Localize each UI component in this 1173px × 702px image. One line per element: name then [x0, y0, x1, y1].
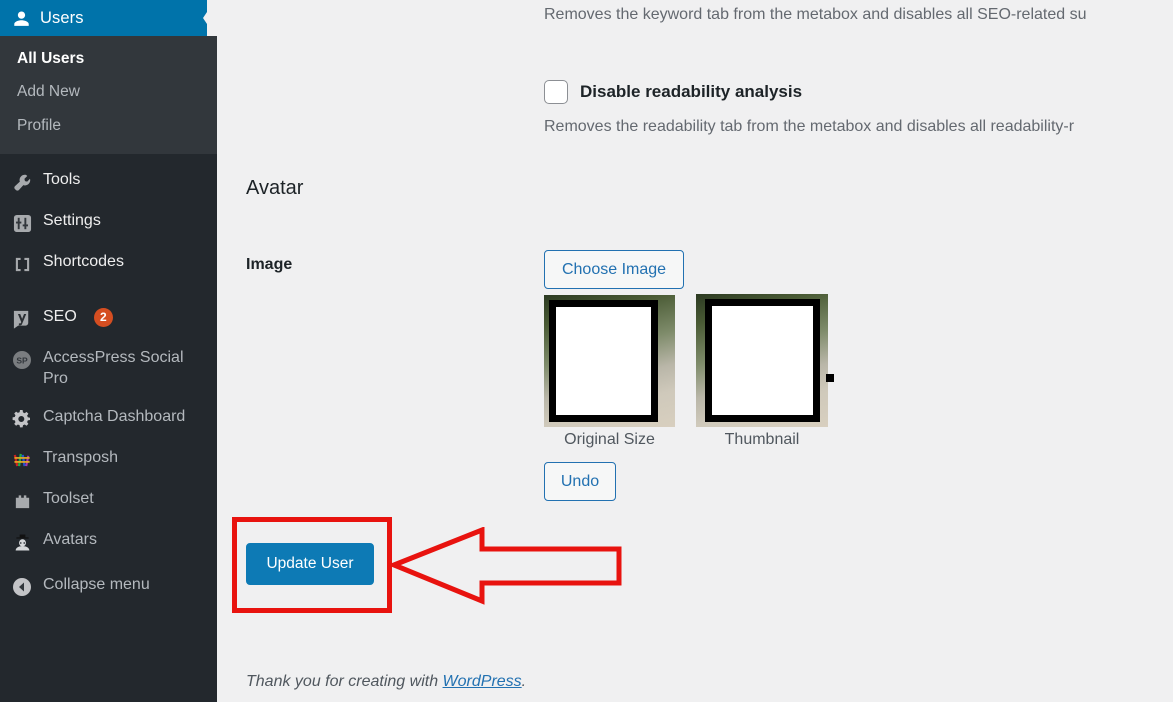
svg-text:SP: SP [16, 356, 28, 366]
yoast-icon [11, 308, 33, 330]
admin-sidebar: Users All Users Add New Profile Tools Se… [0, 0, 217, 702]
disable-readability-row[interactable]: Disable readability analysis [544, 80, 802, 104]
sp-icon: SP [11, 349, 33, 371]
sidebar-item-toolset[interactable]: Toolset [0, 480, 217, 521]
sidebar-header-label: Users [40, 8, 84, 27]
update-user-button[interactable]: Update User [246, 543, 374, 585]
wrench-icon [11, 171, 33, 193]
disable-readability-label: Disable readability analysis [580, 82, 803, 101]
sidebar-item-users[interactable]: Users [0, 0, 217, 36]
gear-icon [11, 408, 33, 430]
footer-suffix: . [521, 673, 527, 690]
sidebar-item-tools[interactable]: Tools [0, 161, 217, 202]
sidebar-item-label: Toolset [43, 490, 94, 508]
avatar-section-title: Avatar [246, 177, 304, 199]
sidebar-item-label: Tools [43, 171, 81, 189]
avatar-image-original[interactable] [544, 295, 675, 427]
sidebar-item-transposh[interactable]: Transposh [0, 439, 217, 480]
sidebar-item-settings[interactable]: Settings [0, 202, 217, 243]
undo-button[interactable]: Undo [544, 462, 616, 501]
resize-handle[interactable] [826, 374, 834, 382]
wordpress-link[interactable]: WordPress [443, 673, 522, 690]
avatar-preview-original[interactable]: Original Size [544, 295, 680, 448]
sidebar-item-label: Settings [43, 212, 101, 230]
avatar-hat-icon [11, 531, 33, 553]
sliders-icon [11, 212, 33, 234]
keyword-analysis-description: Removes the keyword tab from the metabox… [544, 6, 1087, 23]
sidebar-item-captcha-dashboard[interactable]: Captcha Dashboard [0, 398, 217, 439]
toolset-icon [11, 490, 33, 512]
image-frame-overlay [705, 299, 820, 422]
collapse-menu-label: Collapse menu [43, 576, 150, 594]
preview-caption: Thumbnail [724, 431, 800, 448]
avatar-image-thumbnail[interactable] [696, 294, 828, 427]
sidebar-subitem-label: All Users [17, 50, 85, 67]
sidebar-item-all-users[interactable]: All Users [0, 42, 217, 75]
disable-readability-checkbox[interactable] [544, 80, 568, 104]
sidebar-subitem-label: Add New [17, 83, 80, 101]
menu-pointer-icon [203, 0, 217, 36]
image-field-label: Image [246, 256, 293, 273]
sidebar-item-seo[interactable]: SEO 2 [0, 298, 217, 339]
brackets-icon [11, 253, 33, 275]
annotation-arrow-icon [387, 526, 624, 612]
collapse-arrow-icon [11, 576, 33, 598]
sidebar-item-shortcodes[interactable]: Shortcodes [0, 243, 217, 284]
collapse-menu-button[interactable]: Collapse menu [0, 566, 217, 607]
sidebar-item-label: AccessPress Social Pro [43, 349, 184, 387]
menu-divider [0, 154, 217, 162]
sidebar-item-label: SEO [43, 308, 77, 326]
readability-analysis-description: Removes the readability tab from the met… [544, 118, 1075, 135]
sidebar-item-label: Avatars [43, 531, 97, 549]
footer-prefix: Thank you for creating with [246, 673, 443, 690]
sidebar-item-accesspress-social-pro[interactable]: SP AccessPress Social Pro [0, 339, 217, 398]
main-content: Removes the keyword tab from the metabox… [217, 0, 1173, 702]
preview-caption: Original Size [564, 431, 655, 448]
sidebar-item-label: Shortcodes [43, 253, 124, 271]
menu-spacer [0, 284, 217, 298]
sidebar-item-avatars[interactable]: Avatars [0, 521, 217, 562]
sidebar-item-label: Captcha Dashboard [43, 408, 186, 426]
footer-credit: Thank you for creating with WordPress. [246, 673, 526, 691]
image-frame-overlay [549, 300, 658, 422]
sidebar-item-profile[interactable]: Profile [0, 109, 217, 142]
transposh-icon [11, 449, 33, 471]
avatar-preview-thumbnail[interactable]: Thumbnail [696, 294, 834, 448]
sidebar-subitem-label: Profile [17, 116, 61, 134]
choose-image-button[interactable]: Choose Image [544, 250, 684, 289]
sidebar-item-add-new[interactable]: Add New [0, 75, 217, 108]
users-submenu: All Users Add New Profile [0, 36, 217, 155]
user-icon [11, 8, 31, 28]
wordpress-admin-screen: Users All Users Add New Profile Tools Se… [0, 0, 1173, 702]
sidebar-item-label: Transposh [43, 449, 118, 467]
seo-update-badge: 2 [93, 308, 113, 328]
